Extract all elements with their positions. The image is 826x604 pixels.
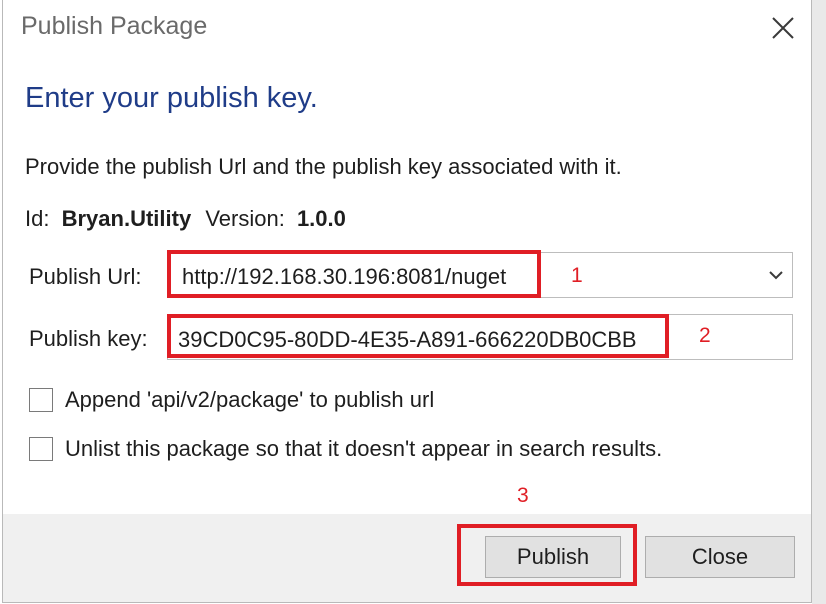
publish-key-value[interactable]: 39CD0C95-80DD-4E35-A891-666220DB0CBB (178, 327, 637, 353)
unlist-label[interactable]: Unlist this package so that it doesn't a… (65, 436, 662, 462)
append-api-checkbox[interactable] (29, 388, 53, 412)
dialog-heading: Enter your publish key. (25, 82, 318, 114)
chevron-down-icon[interactable] (768, 267, 784, 283)
dialog-description: Provide the publish Url and the publish … (25, 154, 622, 179)
window-title: Publish Package (21, 12, 208, 40)
id-value: Bryan.Utility (61, 206, 192, 231)
annotation-number-1: 1 (571, 264, 583, 287)
publish-url-value[interactable]: http://192.168.30.196:8081/nuget (182, 264, 506, 290)
version-value: 1.0.0 (296, 206, 346, 231)
version-label: Version: (205, 206, 285, 231)
publish-url-combobox[interactable]: http://192.168.30.196:8081/nuget (167, 252, 793, 298)
publish-package-dialog: Publish Package Enter your publish key. … (2, 0, 812, 603)
close-button[interactable]: Close (645, 536, 795, 578)
package-info: Id: Bryan.Utility Version: 1.0.0 (25, 206, 346, 232)
unlist-checkbox[interactable] (29, 437, 53, 461)
publish-key-label: Publish key: (29, 326, 148, 351)
append-api-label[interactable]: Append 'api/v2/package' to publish url (65, 387, 434, 413)
publish-url-label: Publish Url: (29, 264, 142, 289)
background-window-edge (812, 0, 826, 604)
close-icon[interactable] (767, 12, 799, 44)
annotation-number-3: 3 (517, 484, 529, 507)
annotation-number-2: 2 (699, 324, 711, 347)
id-label: Id: (25, 206, 50, 231)
publish-button[interactable]: Publish (485, 536, 621, 578)
title-bar: Publish Package (3, 0, 811, 56)
